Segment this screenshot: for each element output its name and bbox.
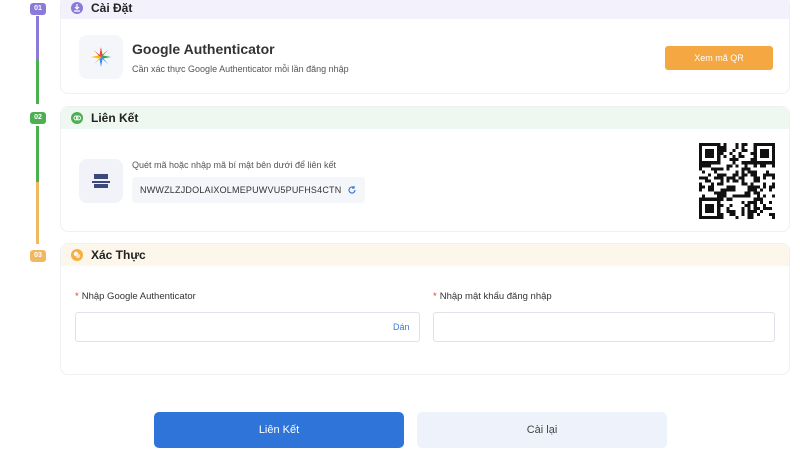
view-qr-button[interactable]: Xem mã QR <box>665 46 773 70</box>
verify-card-header: Xác Thực <box>61 244 789 266</box>
password-label: * Nhập mật khẩu đăng nhập <box>433 291 552 302</box>
coins-icon <box>71 249 83 261</box>
refresh-icon[interactable] <box>347 185 357 195</box>
secret-key: NWWZLZJDOLAIXOLMEPUWVU5PUFHS4CTN <box>140 185 342 195</box>
reset-button[interactable]: Cài lại <box>417 412 667 448</box>
timeline-segment-2b <box>36 182 39 244</box>
link-card-header: Liên Kết <box>61 107 789 129</box>
ga-code-label: * Nhập Google Authenticator <box>75 291 196 302</box>
link-submit-button[interactable]: Liên Kết <box>154 412 404 448</box>
link-hint: Quét mã hoặc nhập mã bí mật bên dưới để … <box>132 160 337 170</box>
secret-key-box: NWWZLZJDOLAIXOLMEPUWVU5PUFHS4CTN <box>132 177 366 203</box>
verify-card: Xác Thực * Nhập Google Authenticator Dán … <box>60 243 790 375</box>
password-input[interactable] <box>433 312 775 342</box>
scanner-icon <box>79 159 123 203</box>
app-name: Google Authenticator <box>132 41 275 57</box>
verify-title: Xác Thực <box>91 248 146 262</box>
ga-code-input[interactable] <box>75 312 420 342</box>
step-badge-3: 03 <box>30 250 46 262</box>
step-badge-2: 02 <box>30 112 46 124</box>
link-card: Liên Kết Quét mã hoặc nhập mã bí mật bên… <box>60 106 790 232</box>
timeline-segment-1b <box>36 60 39 104</box>
timeline-segment-1 <box>36 16 39 60</box>
qr-code-image <box>699 143 775 219</box>
setup-card-header: Cài Đặt <box>61 0 789 19</box>
link-icon <box>71 112 83 124</box>
setup-title: Cài Đặt <box>91 1 133 15</box>
timeline-segment-2 <box>36 126 39 182</box>
app-description: Cần xác thực Google Authenticator mỗi lầ… <box>132 64 349 74</box>
link-title: Liên Kết <box>91 111 139 125</box>
setup-card: Cài Đặt Google Authenticator Cần xác thự… <box>60 0 790 94</box>
step-badge-1: 01 <box>30 3 46 15</box>
download-icon <box>71 2 83 14</box>
paste-button[interactable]: Dán <box>393 322 410 332</box>
google-authenticator-icon <box>79 35 123 79</box>
